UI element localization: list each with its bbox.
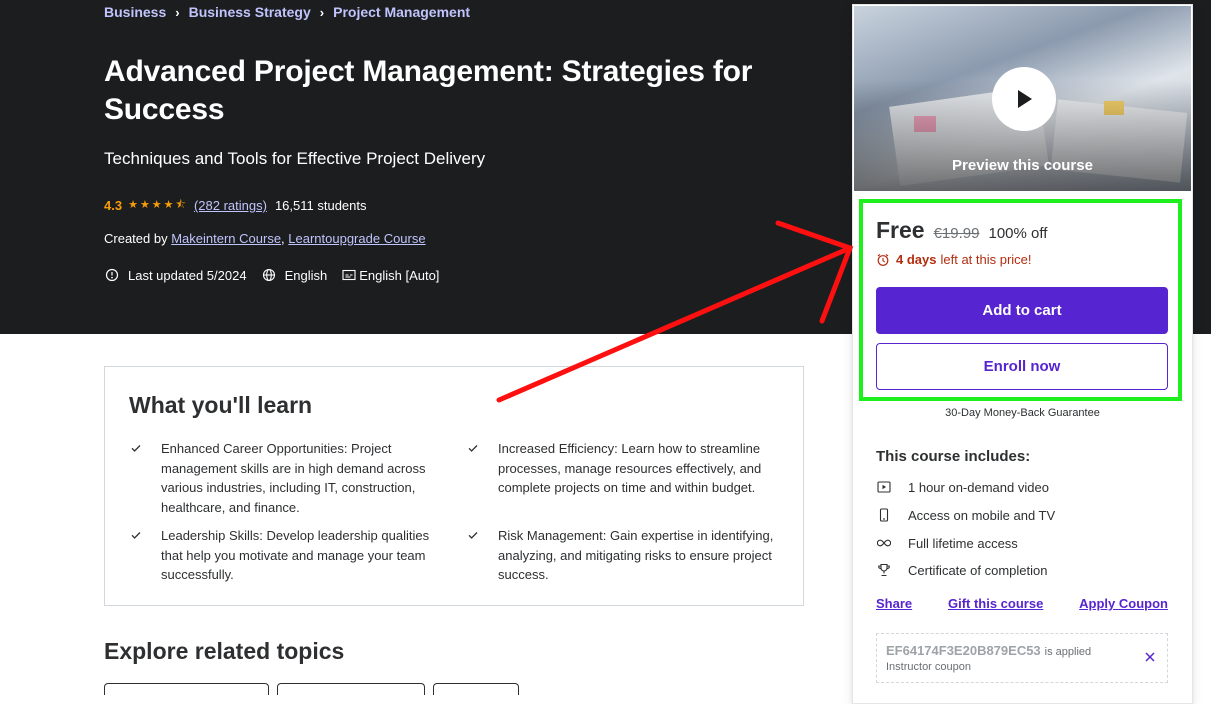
include-item-label: Access on mobile and TV	[908, 507, 1056, 523]
gift-course-link[interactable]: Gift this course	[948, 596, 1043, 611]
breadcrumb-business[interactable]: Business	[104, 4, 166, 20]
check-icon	[468, 445, 478, 452]
related-topic-pill[interactable]	[433, 683, 519, 695]
money-back-guarantee: 30-Day Money-Back Guarantee	[945, 407, 1100, 419]
apply-coupon-link[interactable]: Apply Coupon	[1079, 596, 1168, 611]
learn-item-text: Leadership Skills: Develop leadership qu…	[161, 528, 430, 582]
include-item-lifetime: Full lifetime access	[876, 535, 1018, 551]
captions-icon	[341, 267, 357, 283]
include-item-video: 1 hour on-demand video	[876, 479, 1049, 495]
what-youll-learn-title: What you'll learn	[129, 392, 313, 418]
close-icon[interactable]	[1143, 650, 1157, 664]
related-topic-pill[interactable]	[104, 683, 269, 695]
last-updated: Last updated 5/2024	[104, 267, 247, 283]
chevron-right-icon: ›	[319, 4, 325, 20]
language: English	[261, 267, 328, 283]
ratings-count-link[interactable]: (282 ratings)	[194, 198, 267, 213]
students-count: 16,511 students	[274, 198, 367, 213]
include-item-label: Certificate of completion	[908, 562, 1048, 578]
include-item-mobile: Access on mobile and TV	[876, 507, 1055, 523]
instructor-link-makeintern[interactable]: Makeintern Course	[171, 231, 281, 246]
preview-label: Preview this course	[952, 157, 1093, 174]
course-subtitle: Techniques and Tools for Effective Proje…	[104, 149, 486, 168]
coupon-code-line: EF64174F3E20B879EC53 is applied	[886, 643, 1091, 658]
explore-related-topics-title: Explore related topics	[104, 638, 345, 664]
globe-icon	[261, 267, 277, 283]
created-by: Created by Makeintern Course, Learntoupg…	[104, 231, 426, 246]
what-youll-learn-box: What you'll learn Enhanced Career Opport…	[104, 366, 804, 606]
applied-coupon-box: EF64174F3E20B879EC53 is applied Instructo…	[876, 633, 1168, 683]
include-item-label: Full lifetime access	[908, 535, 1018, 551]
course-preview[interactable]: Preview this course	[854, 6, 1191, 191]
coupon-type: Instructor coupon	[886, 661, 971, 673]
captions: English [Auto]	[341, 267, 439, 283]
learn-item-text: Enhanced Career Opportunities: Project m…	[161, 441, 426, 515]
sidebar-links: Share Gift this course Apply Coupon	[876, 596, 1168, 611]
related-topic-pill[interactable]	[277, 683, 425, 695]
learn-item: Enhanced Career Opportunities: Project m…	[131, 439, 451, 517]
alert-badge-icon	[104, 267, 120, 283]
video-icon	[876, 479, 892, 495]
check-icon	[131, 445, 141, 452]
mobile-icon	[876, 507, 892, 523]
check-icon	[131, 532, 141, 539]
created-by-label: Created by	[104, 231, 168, 246]
star-rating-icon: ★★★★⯪	[128, 199, 188, 211]
play-icon	[1018, 90, 1032, 108]
learn-item: Risk Management: Gain expertise in ident…	[468, 526, 788, 585]
learn-item-text: Increased Efficiency: Learn how to strea…	[498, 441, 762, 495]
course-title: Advanced Project Management: Strategies …	[104, 55, 753, 126]
breadcrumb: Business › Business Strategy › Project M…	[104, 4, 470, 20]
course-includes-title: This course includes:	[876, 448, 1031, 465]
captions-text: English [Auto]	[359, 267, 440, 283]
coupon-applied-text: is applied	[1044, 646, 1092, 658]
check-icon	[468, 532, 478, 539]
last-updated-text: Last updated 5/2024	[128, 267, 247, 283]
breadcrumb-project-management[interactable]: Project Management	[333, 4, 470, 20]
rating-row: 4.3 ★★★★⯪ (282 ratings) 16,511 students	[104, 196, 367, 215]
include-item-certificate: Certificate of completion	[876, 562, 1047, 578]
rating-value: 4.3	[104, 198, 123, 213]
coupon-code: EF64174F3E20B879EC53	[886, 643, 1041, 658]
learn-item: Increased Efficiency: Learn how to strea…	[468, 439, 788, 498]
language-text: English	[284, 267, 328, 283]
share-link[interactable]: Share	[876, 596, 912, 611]
play-button[interactable]	[992, 67, 1056, 131]
learn-item: Leadership Skills: Develop leadership qu…	[131, 526, 451, 585]
infinity-icon	[876, 535, 892, 551]
course-meta: Last updated 5/2024 English English [Aut…	[104, 267, 453, 283]
breadcrumb-business-strategy[interactable]: Business Strategy	[189, 4, 311, 20]
instructor-link-learntoupgrade[interactable]: Learntoupgrade Course	[288, 231, 425, 246]
learn-item-text: Risk Management: Gain expertise in ident…	[498, 528, 774, 582]
chevron-right-icon: ›	[175, 4, 180, 20]
trophy-icon	[876, 562, 892, 578]
include-item-label: 1 hour on-demand video	[908, 479, 1049, 495]
annotation-highlight-box	[859, 199, 1182, 401]
